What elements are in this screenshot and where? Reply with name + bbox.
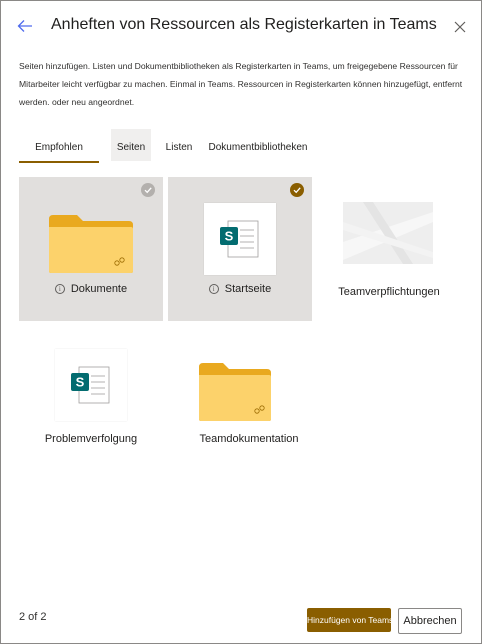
info-icon[interactable]: i — [208, 284, 219, 294]
cancel-button[interactable]: Abbrechen — [398, 608, 462, 634]
sharepoint-page-icon: S — [71, 366, 110, 404]
resource-card-startseite[interactable]: S i Startseite — [168, 177, 312, 321]
resource-card-problemverfolgung[interactable]: S Problemverfolgung — [19, 345, 163, 489]
info-icon[interactable]: i — [54, 284, 65, 294]
panel-title: Anheften von Ressourcen als Registerkart… — [51, 16, 437, 33]
tab-seiten[interactable]: Seiten — [111, 129, 151, 161]
sharepoint-page-tile: S — [55, 349, 127, 421]
add-to-teams-button[interactable]: Hinzufügen von Teams — [307, 608, 391, 632]
resource-label: Teamdokumentation — [199, 433, 299, 445]
pin-resources-panel: Anheften von Ressourcen als Registerkart… — [0, 0, 482, 644]
selection-check[interactable] — [141, 183, 155, 197]
resource-label: Dokumente — [70, 283, 128, 295]
close-icon — [454, 21, 466, 33]
resource-label-row: i Startseite — [168, 283, 312, 295]
panel-description: Seiten hinzufügen. Listen und Dokumentbi… — [19, 61, 463, 107]
page-thumbnail-image — [343, 202, 433, 264]
resource-label: Startseite — [224, 283, 272, 295]
resource-card-teamverpflichtungen[interactable]: Teamverpflichtungen — [317, 177, 461, 321]
page-indicator: 2 of 2 — [19, 611, 47, 623]
resource-label: Teamverpflichtungen — [338, 286, 440, 298]
resource-card-dokumente[interactable]: i Dokumente — [19, 177, 163, 321]
sharepoint-page-tile: S — [204, 203, 276, 275]
checkmark-icon — [144, 187, 152, 194]
back-button[interactable] — [15, 16, 35, 36]
sharepoint-page-icon: S — [220, 220, 259, 258]
resource-label: Problemverfolgung — [44, 433, 138, 445]
svg-text:S: S — [76, 375, 85, 390]
close-button[interactable] — [452, 19, 468, 35]
tab-listen[interactable]: Listen — [165, 129, 193, 161]
tab-dokumentbibliotheken[interactable]: Dokumentbibliotheken — [207, 129, 309, 161]
tab-empfohlen[interactable]: Empfohlen — [19, 129, 99, 163]
folder-icon — [49, 215, 133, 273]
back-arrow-icon — [17, 20, 32, 32]
resource-card-teamdokumentation[interactable]: Teamdokumentation — [189, 345, 333, 489]
folder-icon — [199, 363, 271, 421]
resource-label-row: i Dokumente — [19, 283, 163, 295]
selection-check[interactable] — [290, 183, 304, 197]
checkmark-icon — [293, 187, 301, 194]
svg-text:S: S — [225, 229, 234, 244]
